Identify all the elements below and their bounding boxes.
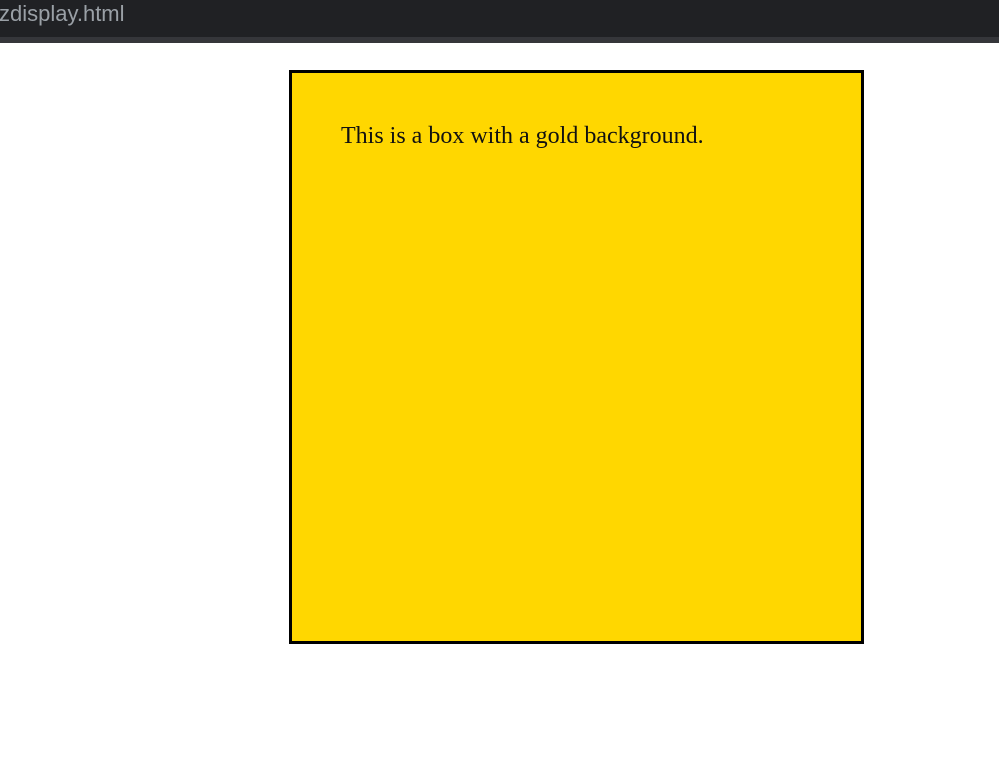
browser-tab-bar: zdisplay.html — [0, 0, 999, 43]
page-content: This is a box with a gold background. — [0, 43, 999, 770]
gold-box-text: This is a box with a gold background. — [341, 123, 704, 149]
tab-title[interactable]: zdisplay.html — [0, 0, 125, 27]
gold-box: This is a box with a gold background. — [289, 70, 864, 644]
